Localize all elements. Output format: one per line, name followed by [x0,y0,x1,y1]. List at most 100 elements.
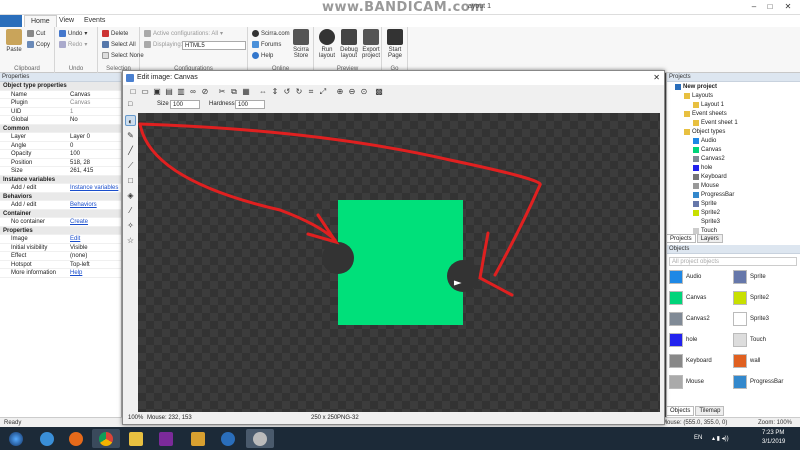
taskbar-chrome[interactable] [92,429,120,448]
taskbar-construct[interactable] [246,429,274,448]
run-layout-button[interactable]: Run layout [316,29,338,59]
object-item[interactable]: Mouse [669,374,733,390]
zoom-in-icon[interactable]: ⊕ [335,87,345,97]
clock-time[interactable]: 7:23 PM [762,430,784,436]
line-tool-icon[interactable]: ⟋ [125,160,136,171]
zoom-reset-icon[interactable]: ⊙ [359,87,369,97]
paste-button[interactable]: Paste [3,29,25,53]
scirra-store-button[interactable]: Scirra Store [289,29,313,59]
cut-button[interactable]: Cut [27,30,45,37]
taskbar-onenote[interactable] [152,429,180,448]
export-project-button[interactable]: Export project [360,29,382,59]
property-row[interactable]: Opacity 100 [0,150,121,159]
help-link[interactable]: Help [252,52,273,59]
property-section[interactable]: Instance variables [0,175,121,184]
property-section[interactable]: Behaviors [0,192,121,201]
start-page-button[interactable]: Start Page [384,29,406,59]
open-icon[interactable]: ▭ [140,87,150,97]
tree-item[interactable]: Sprite [693,201,717,207]
copy-icon[interactable]: ⧉ [229,87,239,97]
object-item[interactable]: Keyboard [669,353,733,369]
taskbar-bluetooth[interactable] [214,429,242,448]
copy-button[interactable]: Copy [27,41,50,48]
property-row[interactable]: UID 1 [0,108,121,116]
maximize-icon[interactable]: □ [762,1,778,13]
property-row[interactable]: Initial visibility Visible [0,244,121,252]
tree-item[interactable]: Keyboard [693,174,727,180]
tab-tilemap[interactable]: Tilemap [695,406,725,416]
tab-events[interactable]: Events [78,15,111,27]
select-none-button[interactable]: Select None [102,52,144,59]
save-as-icon[interactable]: ▤ [164,87,174,97]
taskbar-firefox[interactable] [62,429,90,448]
taskbar-media[interactable] [184,429,212,448]
property-link[interactable]: Help [70,269,82,278]
hardness-field[interactable]: 100 [235,100,265,109]
property-row[interactable]: Position 518, 28 [0,159,121,167]
minimize-icon[interactable]: – [746,1,762,13]
property-row[interactable]: Add / edit Behaviors [0,201,121,210]
debug-layout-button[interactable]: Debug layout [338,29,360,59]
object-item[interactable]: Sprite2 [733,290,797,306]
tree-item[interactable]: Audio [693,138,716,144]
clear-icon[interactable]: ⊘ [200,87,210,97]
link-icon[interactable]: ∞ [188,87,198,97]
property-section[interactable]: Object type properties [0,82,121,91]
property-row[interactable]: Angle 0 [0,142,121,150]
image-canvas-area[interactable] [138,113,660,412]
object-item[interactable]: Sprite3 [733,311,797,327]
pencil-tool-icon[interactable]: ✎ [125,130,136,141]
redo-button[interactable]: Redo ▾ [59,41,87,48]
property-link[interactable]: Instance variables [70,184,118,193]
tab-objects[interactable]: Objects [666,406,695,416]
property-row[interactable]: More information Help [0,269,121,278]
save-icon[interactable]: ▣ [152,87,162,97]
tab-projects[interactable]: Projects [666,234,696,243]
canvas-image[interactable] [338,200,463,325]
tray-icons[interactable]: ▴ ▮ ◂)) [712,435,729,442]
rectangle-tool-icon[interactable]: □ [125,175,136,186]
close-icon[interactable]: ✕ [780,1,796,13]
rotate-left-icon[interactable]: ↺ [282,87,292,97]
eraser-tool-icon[interactable]: ◐ [125,115,136,126]
mirror-icon[interactable]: ⇔ [258,87,268,97]
tab-home[interactable]: Home [24,15,57,27]
tree-item[interactable]: Layouts [684,93,713,99]
taskbar-ie[interactable] [33,429,61,448]
tab-view[interactable]: View [53,15,80,27]
hotspot-tool-icon[interactable]: ✧ [125,220,136,231]
tree-item[interactable]: Layout 1 [693,102,724,108]
object-item[interactable]: ProgressBar [733,374,797,390]
objects-search-input[interactable]: All project objects [669,257,797,266]
start-button[interactable] [2,429,30,448]
zoom-out-icon[interactable]: ⊖ [347,87,357,97]
flip-icon[interactable]: ⇕ [270,87,280,97]
object-item[interactable]: Audio [669,269,733,285]
file-menu-button[interactable] [0,15,22,27]
property-row[interactable]: Layer Layer 0 [0,133,121,142]
crop-icon[interactable]: ⌗ [306,87,316,97]
tree-item[interactable]: Event sheets [684,111,727,117]
property-link[interactable]: Behaviors [70,201,97,210]
tree-item[interactable]: hole [693,165,712,171]
active-configurations[interactable]: Active configurations: All ▾ [144,30,223,37]
property-section[interactable]: Container [0,209,121,218]
tree-item[interactable]: Canvas [693,147,721,153]
property-link[interactable]: Edit [70,235,80,244]
tree-item[interactable]: Object types [684,129,725,135]
object-item[interactable]: hole [669,332,733,348]
property-row[interactable]: Name Canvas [0,91,121,99]
fill-tool-icon[interactable]: ◈ [125,190,136,201]
eyedropper-tool-icon[interactable]: ⁄ [125,205,136,216]
tree-item[interactable]: New project [675,84,717,90]
resize-icon[interactable]: ⤢ [318,87,328,97]
select-all-button[interactable]: Select All [102,41,136,48]
property-row[interactable]: No container Create [0,218,121,227]
brush-tool-icon[interactable]: ╱ [125,145,136,156]
delete-button[interactable]: Delete [102,30,128,37]
object-item[interactable]: wall [733,353,797,369]
color-icon[interactable]: ▩ [374,87,384,97]
object-item[interactable]: Canvas [669,290,733,306]
cut-icon[interactable]: ✂ [217,87,227,97]
image-points-tool-icon[interactable]: ☆ [125,235,136,246]
